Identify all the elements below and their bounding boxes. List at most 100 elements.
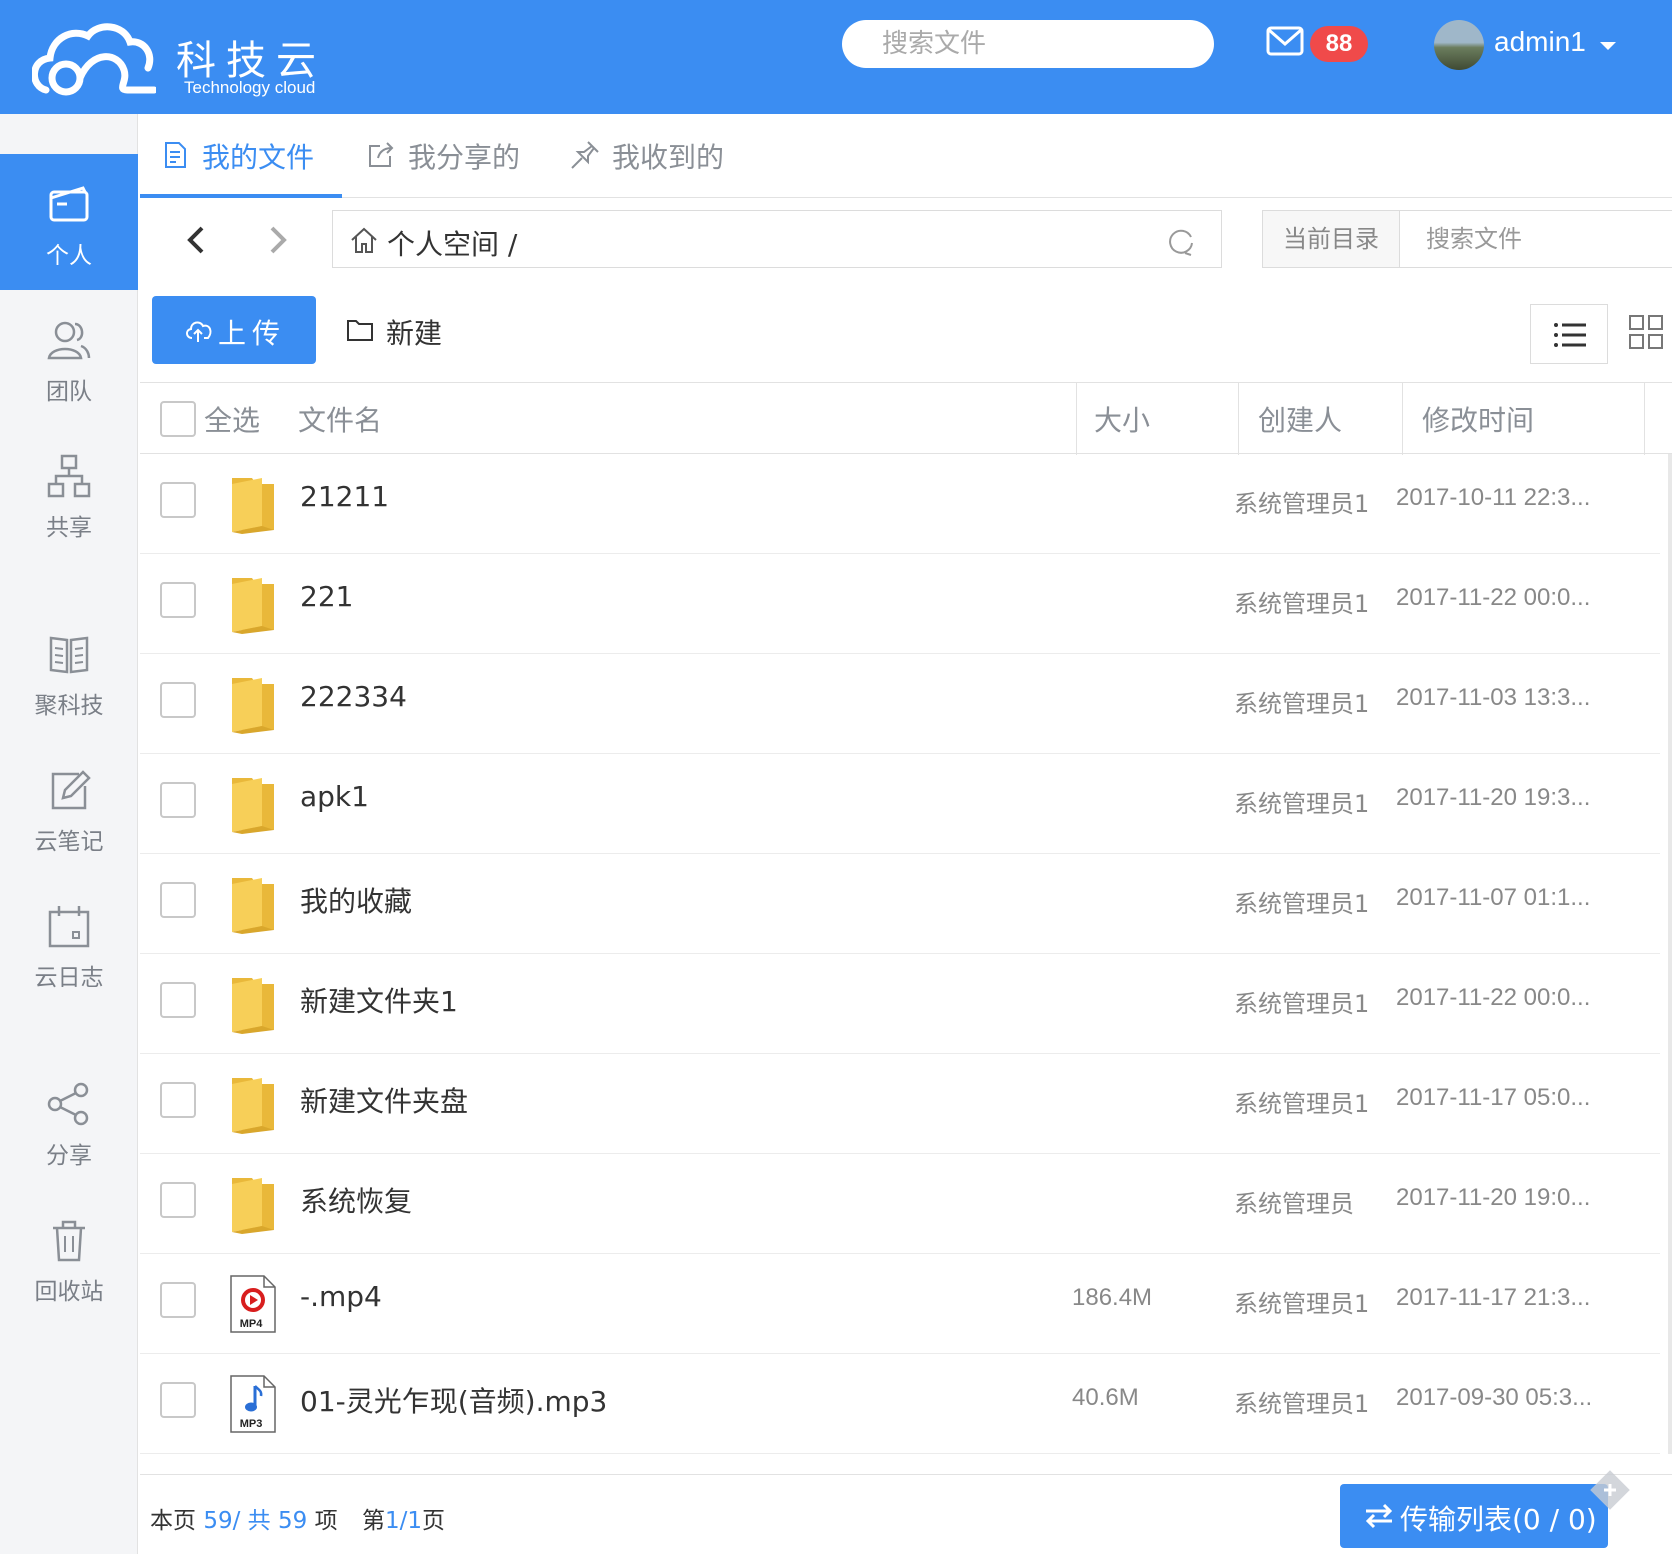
file-name[interactable]: apk1 [300,780,369,813]
row-checkbox[interactable] [160,1382,196,1418]
sidebar-item-tech[interactable]: 聚科技 [0,604,138,740]
file-name[interactable]: 系统恢复 [300,1180,412,1220]
file-name[interactable]: 221 [300,580,353,613]
chevron-down-icon[interactable] [1600,42,1616,50]
file-modified-time: 2017-11-22 00:0... [1396,984,1591,1011]
file-name[interactable]: 21211 [300,480,389,513]
folder-icon[interactable] [228,974,278,1034]
row-checkbox[interactable] [160,582,196,618]
column-divider [1238,383,1239,455]
feedback-icon[interactable] [1588,1468,1632,1512]
share-out-icon [369,142,394,167]
column-header-name[interactable]: 文件名 [298,399,382,439]
folder-icon[interactable] [228,574,278,634]
folder-icon [347,320,373,341]
file-creator: 系统管理员1 [1234,1290,1370,1318]
file-modified-time: 2017-11-20 19:0... [1396,1184,1591,1211]
folder-icon[interactable] [228,474,278,534]
breadcrumb[interactable]: 个人空间 / [332,210,1222,268]
forward-icon[interactable] [256,220,296,260]
table-row[interactable]: 21211 系统管理员1 2017-10-11 22:3... [140,454,1660,554]
column-header-size[interactable]: 大小 [1094,399,1150,439]
mp3-file-icon[interactable]: MP3 [228,1374,278,1434]
file-modified-time: 2017-11-17 21:3... [1396,1284,1591,1311]
file-search-input[interactable]: 搜索文件 [1399,210,1672,268]
sidebar-item-label: 个人 [46,243,92,269]
row-checkbox[interactable] [160,682,196,718]
column-header-creator[interactable]: 创建人 [1258,399,1342,439]
list-view-toggle[interactable] [1530,304,1608,364]
file-name[interactable]: 新建文件夹盘 [300,1080,468,1120]
row-checkbox[interactable] [160,782,196,818]
column-divider [1076,383,1077,455]
folder-icon[interactable] [228,1174,278,1234]
file-creator: 系统管理员1 [1234,690,1370,718]
mail-icon[interactable] [1266,26,1306,58]
sidebar: 个人 团队 共享 聚科技 云笔记 云日志 分享 回收站 [0,114,138,1554]
sidebar-item-label: 分享 [46,1143,92,1169]
row-checkbox[interactable] [160,482,196,518]
row-checkbox[interactable] [160,982,196,1018]
file-name[interactable]: 01-灵光乍现(音频).mp3 [300,1380,607,1420]
sidebar-item-personal[interactable]: 个人 [0,154,138,290]
table-row[interactable]: 我的收藏 系统管理员1 2017-11-07 01:1... [140,854,1660,954]
breadcrumb-path[interactable]: 个人空间 / [387,223,517,263]
file-name[interactable]: 新建文件夹1 [300,980,458,1020]
back-icon[interactable] [178,220,218,260]
transfer-arrows-icon [1365,1503,1393,1529]
sidebar-item-shared[interactable]: 共享 [0,426,138,562]
file-name[interactable]: 我的收藏 [300,880,412,920]
file-modified-time: 2017-11-03 13:3... [1396,684,1591,711]
tab-label: 我的文件 [202,141,315,174]
scrollbar[interactable] [1668,454,1672,1454]
sidebar-item-share[interactable]: 分享 [0,1054,138,1190]
global-search-input[interactable]: 搜索文件 [842,20,1214,68]
folder-icon[interactable] [228,774,278,834]
total-suffix: 项 [314,1508,338,1534]
refresh-icon[interactable] [1165,225,1197,257]
table-row[interactable]: 新建文件夹1 系统管理员1 2017-11-22 00:0... [140,954,1660,1054]
row-checkbox[interactable] [160,1082,196,1118]
file-creator: 系统管理员 [1234,1190,1354,1218]
page-prefix: 本页 [150,1508,196,1534]
team-icon [47,321,91,360]
file-creator: 系统管理员1 [1234,990,1370,1018]
grid-view-icon[interactable] [1628,314,1664,350]
folder-icon[interactable] [228,1074,278,1134]
pin-icon [571,141,599,169]
username[interactable]: admin1 [1494,26,1586,58]
scope-current-dir-button[interactable]: 当前目录 [1262,210,1400,268]
select-all-checkbox[interactable] [160,401,196,437]
table-row[interactable]: 新建文件夹盘 系统管理员1 2017-11-17 05:0... [140,1054,1660,1154]
upload-button[interactable]: 上传 [152,296,316,364]
sidebar-item-team[interactable]: 团队 [0,290,138,426]
table-row[interactable]: MP4 -.mp4 186.4M 系统管理员1 2017-11-17 21:3... [140,1254,1660,1354]
sidebar-item-journal[interactable]: 云日志 [0,876,138,1012]
row-checkbox[interactable] [160,882,196,918]
edit-note-icon [51,770,91,810]
row-checkbox[interactable] [160,1282,196,1318]
column-header-modified[interactable]: 修改时间 [1422,399,1534,439]
select-all-label[interactable]: 全选 [204,399,260,439]
table-row[interactable]: 222334 系统管理员1 2017-11-03 13:3... [140,654,1660,754]
brand-subtitle: Technology cloud [184,78,316,97]
file-name[interactable]: 222334 [300,680,407,713]
folder-icon[interactable] [228,874,278,934]
row-checkbox[interactable] [160,1182,196,1218]
file-modified-time: 2017-09-30 05:3... [1396,1384,1593,1411]
file-type-label: MP3 [239,1418,263,1430]
file-name[interactable]: -.mp4 [300,1280,382,1313]
table-row[interactable]: 系统恢复 系统管理员 2017-11-20 19:0... [140,1154,1660,1254]
sidebar-item-notes[interactable]: 云笔记 [0,740,138,876]
logo[interactable]: 科技云 Technology cloud [32,20,332,100]
table-row[interactable]: 221 系统管理员1 2017-11-22 00:0... [140,554,1660,654]
home-icon[interactable] [349,225,379,255]
column-divider [1402,383,1403,455]
sidebar-item-recycle[interactable]: 回收站 [0,1190,138,1326]
folder-icon[interactable] [228,674,278,734]
table-row[interactable]: apk1 系统管理员1 2017-11-20 19:3... [140,754,1660,854]
transfer-list-button[interactable]: 传输列表(0 / 0) [1340,1484,1608,1548]
mp4-file-icon[interactable]: MP4 [228,1274,278,1334]
table-row[interactable]: MP3 01-灵光乍现(音频).mp3 40.6M 系统管理员1 2017-09-30 … [140,1354,1660,1454]
avatar[interactable] [1434,20,1484,70]
